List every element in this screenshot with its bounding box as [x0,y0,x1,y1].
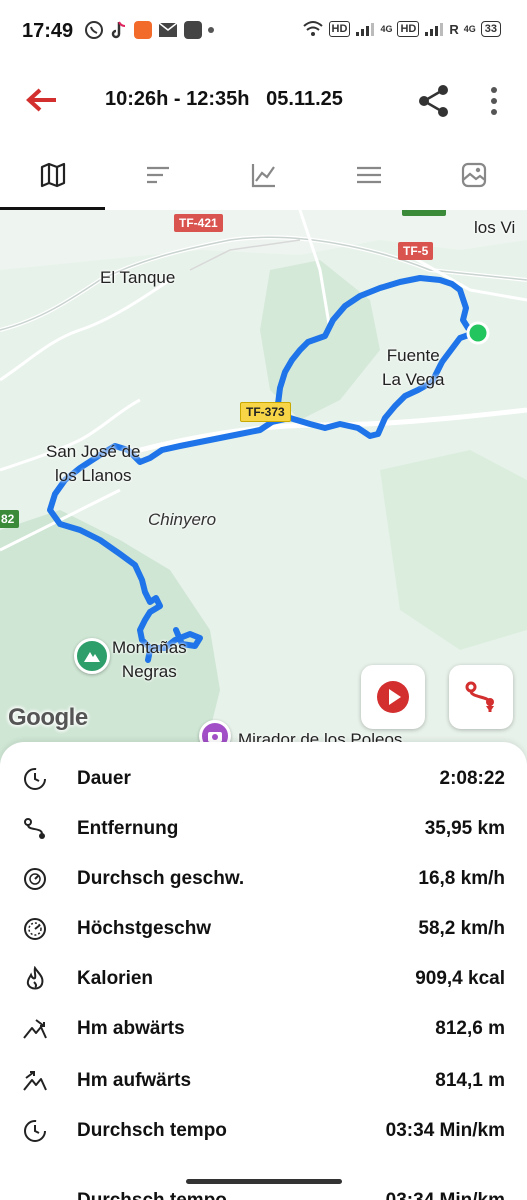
road-tf421: TF-421 [174,214,223,232]
stat-row-calories: Kalorien 909,4 kcal [0,954,527,1004]
hd-icon: HD [328,21,351,37]
stat-value: 814,1 m [435,1070,505,1091]
status-time: 17:49 [22,20,74,42]
stat-label: Höchstgeschw [77,918,212,939]
poi-mountain-pin[interactable] [74,638,110,674]
strava-icon [134,21,152,39]
stat-value: 35,95 km [424,818,505,839]
mountain-icon [84,652,100,662]
stat-label: Durchsch geschw. [77,868,245,889]
stat-label: Entfernung [77,818,179,839]
road-badge-top [402,210,446,216]
tumblr-icon [184,21,202,39]
label-el-tanque: El Tanque [100,268,176,287]
stat-row-ascent: Hm aufwärts 814,1 m [0,1056,527,1106]
road-tf5: TF-5 [398,242,434,260]
route-map[interactable]: TF-421 TF-5 TF-373 82 El Tanque los Vi F… [0,210,527,770]
stat-row-distance: Entfernung 35,95 km [0,804,527,854]
clock-icon [24,1120,46,1142]
flame-icon [26,966,44,990]
play-icon [377,681,409,713]
route-icon [465,681,494,712]
route-start-marker [466,321,490,345]
replay-button[interactable] [361,665,425,729]
label-montanas: Montañas Negras [112,638,187,681]
tab-splits[interactable] [105,140,210,210]
app-toolbar: 10:26h - 12:35h 05.11.25 [0,62,527,140]
sheet-drag-handle[interactable] [186,1179,342,1184]
whatsapp-icon [85,21,103,39]
label-san-jose: San José de los Llanos [46,442,141,485]
tiktok-icon [111,21,126,39]
camera-icon [208,732,222,742]
stat-label: Durchsch tempo [77,1120,227,1141]
photo-icon [462,162,487,188]
hd-icon-2: HD [397,21,420,37]
stat-label: Hm abwärts [77,1018,185,1039]
back-arrow-icon [26,88,56,112]
stat-value: 03:34 Min/km [386,1190,505,1200]
stat-value: 812,6 m [435,1018,505,1039]
speedometer-icon [24,868,46,890]
label-fuente-la-vega: Fuente La Vega [382,346,445,389]
mail-icon [158,22,178,37]
google-logo: Google [8,704,88,731]
sort-lines-icon [147,166,170,184]
stat-label: Durchsch tempo [77,1190,227,1200]
route-icon [24,818,45,839]
dot-icon [208,27,214,33]
map-icon [40,162,65,188]
stat-row-cut: Durchsch tempo 03:34 Min/km [0,1190,527,1200]
stat-row-duration: Dauer 2:08:22 [0,754,527,804]
status-bar: 17:49 HD 4G HD R 4G 33 [0,0,527,62]
chart-icon [251,164,275,188]
more-vertical-icon [491,87,497,115]
share-button[interactable] [415,82,453,120]
descent-icon [23,1019,47,1039]
clock-icon [24,768,46,790]
tab-bar [0,140,527,210]
wifi-icon [302,21,323,36]
stat-value: 03:34 Min/km [385,1120,505,1141]
road-82: 82 [0,510,20,528]
signal-icon-2 [425,23,444,36]
stat-label: Kalorien [77,968,154,989]
stat-row-max-speed: Höchstgeschw 58,2 km/h [0,904,527,954]
signal-icon [356,23,375,36]
network-label-2: 4G [463,24,476,34]
stat-value: 58,2 km/h [418,918,505,939]
tab-map[interactable] [0,140,106,210]
ascent-icon [23,1071,47,1091]
road-tf373: TF-373 [240,402,291,422]
battery-icon: 33 [480,21,501,37]
route-options-button[interactable] [449,665,513,729]
label-chinyero: Chinyero [148,510,217,529]
stats-sheet[interactable]: Dauer 2:08:22 Entfernung 35,95 km Durchs… [0,742,527,1200]
stat-label: Dauer [77,768,131,789]
stat-value: 909,4 kcal [415,968,505,989]
activity-time-range: 10:26h - 12:35h 05.11.25 [105,88,343,110]
more-options-button[interactable] [480,82,508,120]
max-speed-icon [24,918,46,940]
stat-row-avg-speed: Durchsch geschw. 16,8 km/h [0,854,527,904]
stat-value: 2:08:22 [439,768,506,789]
stat-value: 16,8 km/h [418,868,505,889]
system-icons: HD 4G HD R 4G 33 [302,20,501,38]
tab-photos[interactable] [422,140,527,210]
stat-label: Hm aufwärts [77,1070,192,1091]
notification-icons [84,20,214,40]
back-button[interactable] [22,82,62,118]
label-los-vi: los Vi [474,218,516,237]
share-icon [419,85,448,117]
stat-row-avg-pace: Durchsch tempo 03:34 Min/km [0,1106,527,1156]
stat-row-descent: Hm abwärts 812,6 m [0,1004,527,1054]
network-label: 4G [380,24,393,34]
roaming-label: R [449,21,459,37]
tab-details[interactable] [316,140,421,210]
map-terrain [0,210,527,770]
menu-icon [356,166,381,184]
tab-chart[interactable] [211,140,316,210]
